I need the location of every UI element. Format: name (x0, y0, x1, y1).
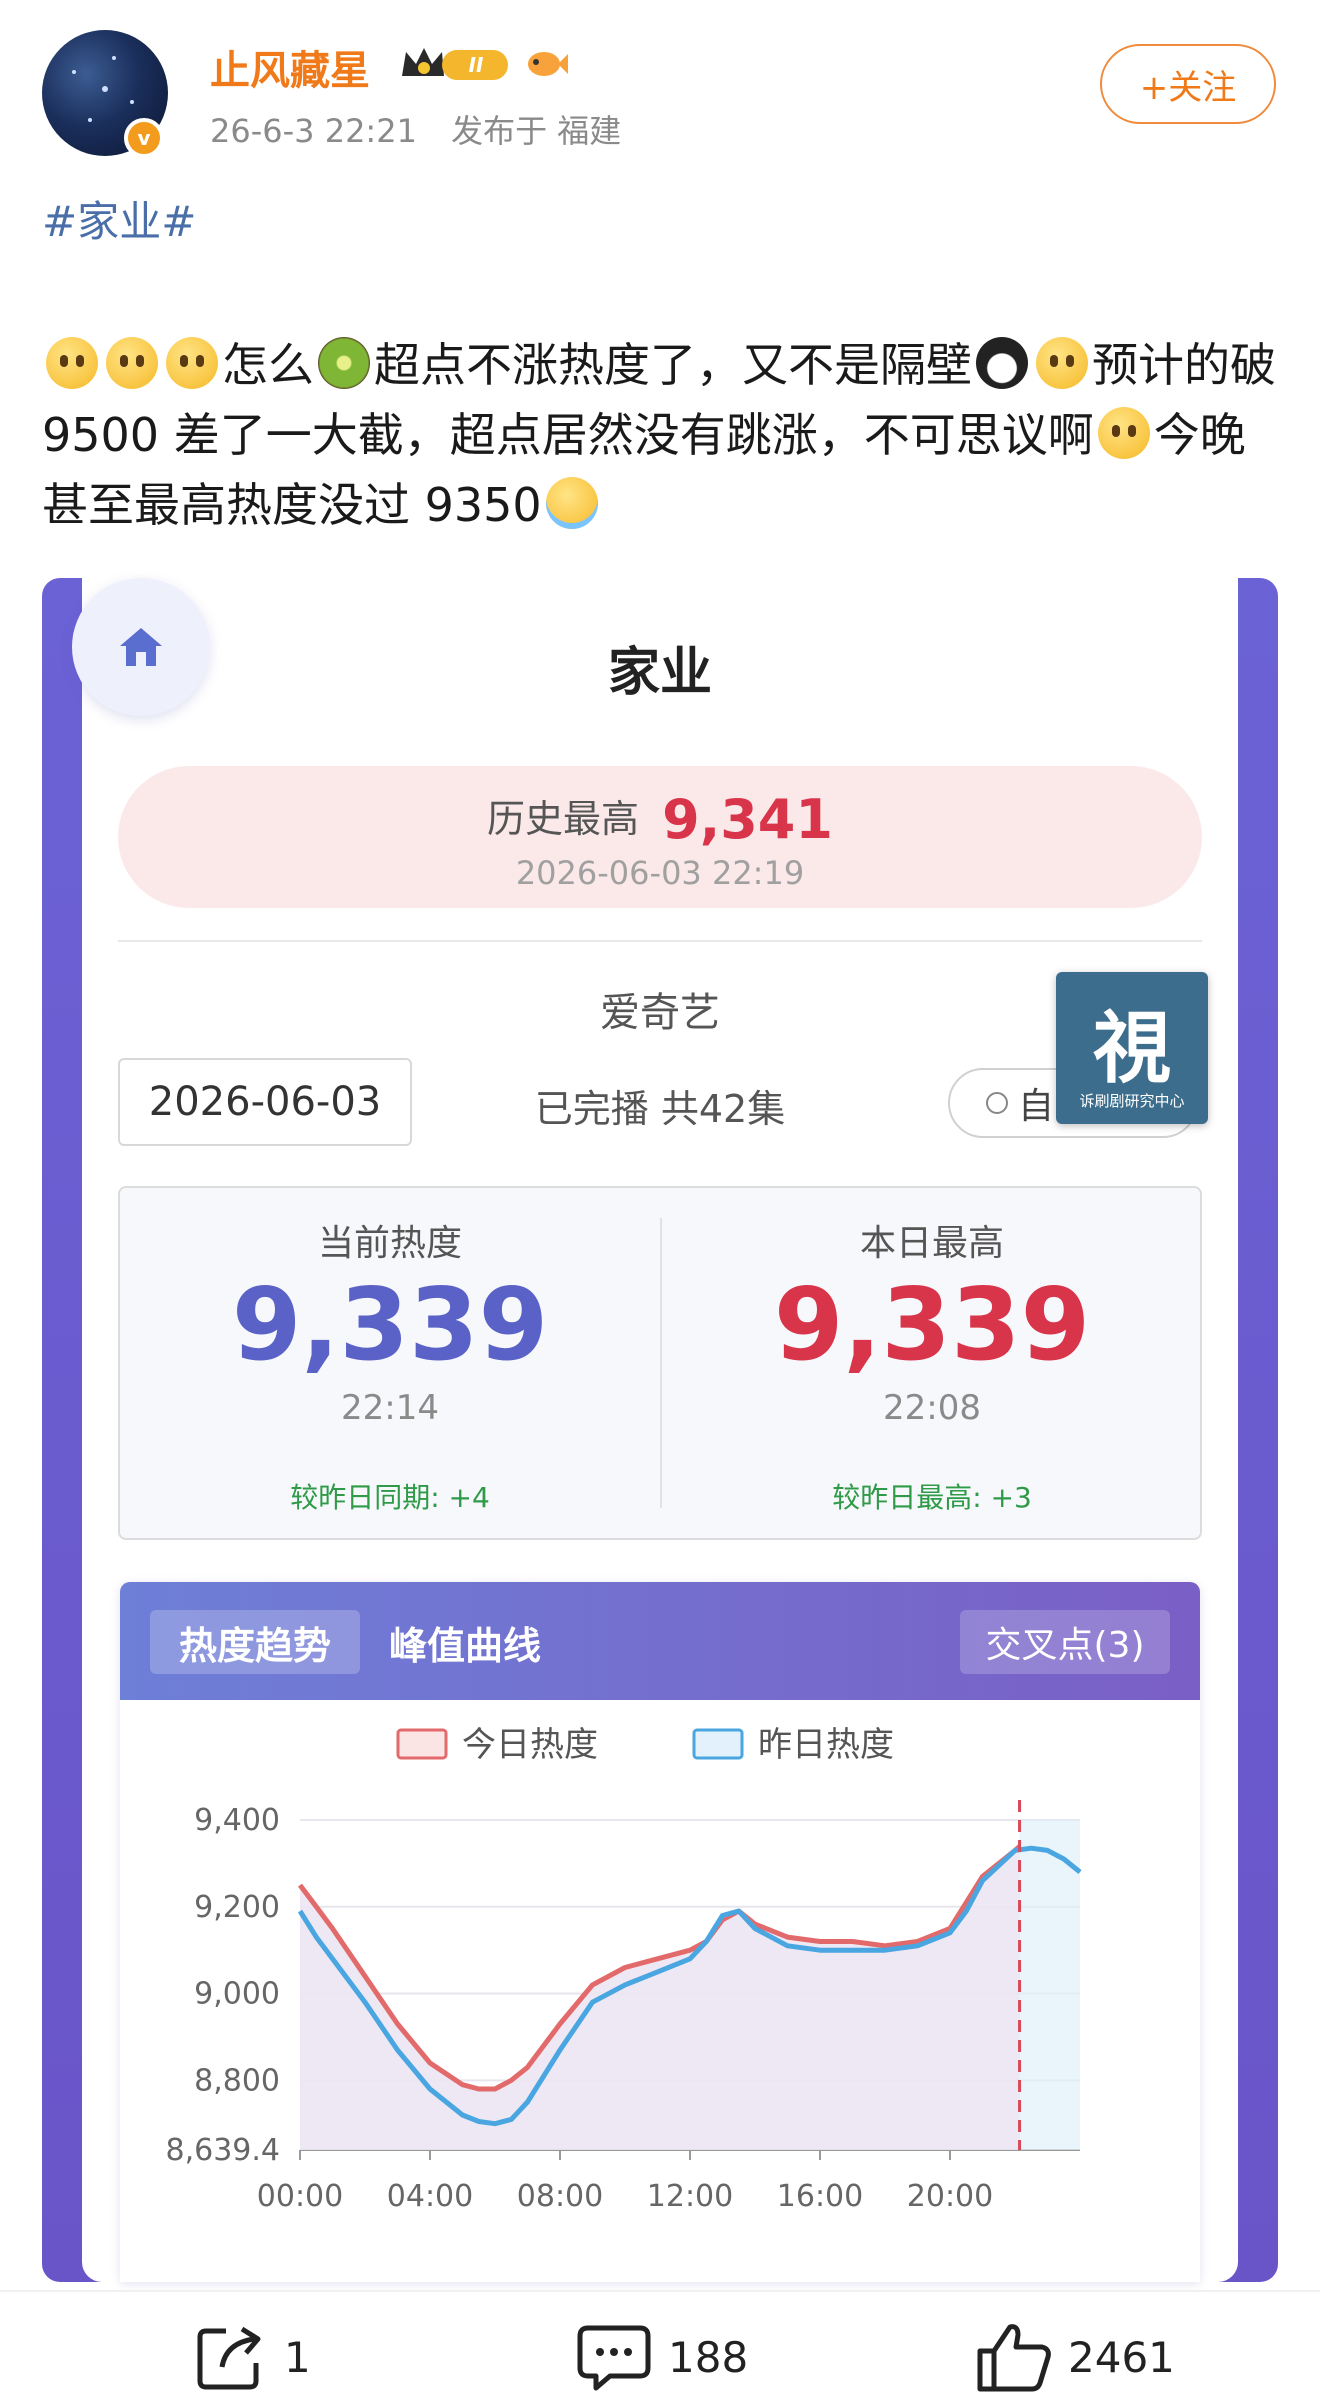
y-tick-label: 9,400 (194, 1803, 280, 1838)
record-value: 9,341 (662, 788, 833, 851)
auto-label: 自 (1018, 1086, 1055, 1127)
level-badge: II (469, 53, 484, 77)
emoji-crying-icon (545, 477, 598, 529)
x-tick-label: 04:00 (387, 2179, 473, 2214)
verified-badge-icon: v (124, 118, 164, 158)
kiwi-emoji-icon (318, 337, 370, 389)
emoji-surprised-icon (1036, 337, 1088, 389)
x-tick-label: 12:00 (647, 2179, 733, 2214)
current-heat-label: 当前热度 (317, 1223, 462, 1264)
x-tick-label: 00:00 (257, 2179, 343, 2214)
x-tick-label: 08:00 (517, 2179, 603, 2214)
share-button[interactable]: 1 (196, 2322, 311, 2392)
emoji-face-icon (166, 337, 218, 389)
chart-tabs: 热度趋势 峰值曲线 交叉点(3) (120, 1582, 1200, 1700)
y-tick-label: 8,800 (194, 2063, 280, 2098)
action-bar: 1 188 2461 (0, 2290, 1320, 2403)
record-label: 历史最高 (487, 797, 640, 841)
post-meta: 26-6-3 22:21 发布于 福建 (210, 106, 621, 152)
record-time: 2026-06-03 22:19 (515, 854, 805, 892)
username[interactable]: 止风藏星 (210, 38, 370, 96)
heat-line-chart: 今日热度 昨日热度 9,400 9,200 9,000 8,800 8,639.4 00:00… (165, 1725, 1082, 2214)
record-panel: 历史最高 9,341 2026-06-03 22:19 (118, 766, 1202, 908)
topic-tag[interactable]: #家业# (42, 188, 196, 249)
follow-button[interactable]: +关注 (1100, 44, 1276, 124)
fish-icon (528, 52, 568, 76)
current-heat-time: 22:14 (341, 1388, 439, 1428)
share-icon (197, 2326, 261, 2390)
emoji-dizzy-icon (1097, 407, 1150, 459)
daily-high-time: 22:08 (883, 1388, 981, 1428)
post-timestamp: 26-6-3 22:21 (210, 112, 417, 150)
comment-count: 188 (668, 2332, 749, 2382)
daily-high-value: 9,339 (773, 1266, 1091, 1383)
series-area (300, 1846, 1020, 2150)
watermark-glyph: 視 (1092, 1003, 1171, 1094)
comment-icon (577, 2325, 651, 2391)
tab-heat-trend[interactable]: 热度趋势 (150, 1610, 360, 1674)
tab-peak-curve[interactable]: 峰值曲线 (370, 1610, 560, 1674)
x-tick-label: 16:00 (777, 2179, 863, 2214)
app-title: 家业 (607, 643, 712, 703)
future-region (1019, 1820, 1080, 2150)
emoji-face-icon (46, 337, 98, 389)
current-heat-value: 9,339 (231, 1266, 549, 1383)
stats-panel: 当前热度 9,339 22:14 较昨日同期: +4 本日最高 9,339 22… (118, 1186, 1202, 1540)
daily-high-delta: 较昨日最高: +3 (832, 1481, 1032, 1514)
legend-swatch (396, 1728, 448, 1760)
legend-label: 今日热度 (462, 1725, 598, 1765)
radio-icon (986, 1092, 1008, 1114)
legend-swatch (692, 1728, 744, 1760)
post-text-part: 超点不涨热度了，又不是隔壁 (374, 338, 972, 392)
post-header: v 止风藏星 II 26-6-3 22:21 发布于 福建 +关注 (0, 0, 1320, 180)
crown-level-icon: II (402, 48, 508, 80)
post-location: 发布于 福建 (451, 112, 622, 150)
divider (118, 940, 1202, 942)
watermark-logo: 視 诉刷剧研究中心 (1056, 972, 1208, 1124)
y-tick-label: 8,639.4 (165, 2133, 280, 2168)
like-button[interactable]: 2461 (976, 2322, 1175, 2392)
watermark-text: 诉刷剧研究中心 (1079, 1092, 1185, 1110)
like-count: 2461 (1068, 2332, 1175, 2382)
post-text: 怎么 超点不涨热度了，又不是隔壁 预计的破 9500 差了一大截，超点居然没有跳涨，… (42, 330, 1282, 540)
post-text-part: 怎么 (222, 338, 314, 392)
trend-chart-card: 热度趋势 峰值曲线 交叉点(3) 今日热度 昨日热度 9,400 9,200 9,000… (120, 1582, 1200, 2282)
thumbs-up-icon (977, 2324, 1051, 2392)
penguin-icon (976, 337, 1028, 389)
comment-button[interactable]: 188 (576, 2322, 748, 2392)
current-heat-delta: 较昨日同期: +4 (290, 1481, 490, 1514)
y-tick-label: 9,000 (194, 1977, 280, 2012)
cross-points-button[interactable]: 交叉点(3) (960, 1610, 1170, 1674)
emoji-face-icon (106, 337, 158, 389)
daily-high-label: 本日最高 (859, 1223, 1004, 1264)
x-tick-label: 20:00 (907, 2179, 993, 2214)
legend-label: 昨日热度 (758, 1725, 894, 1765)
y-tick-label: 9,200 (194, 1890, 280, 1925)
share-count: 1 (284, 2332, 311, 2382)
